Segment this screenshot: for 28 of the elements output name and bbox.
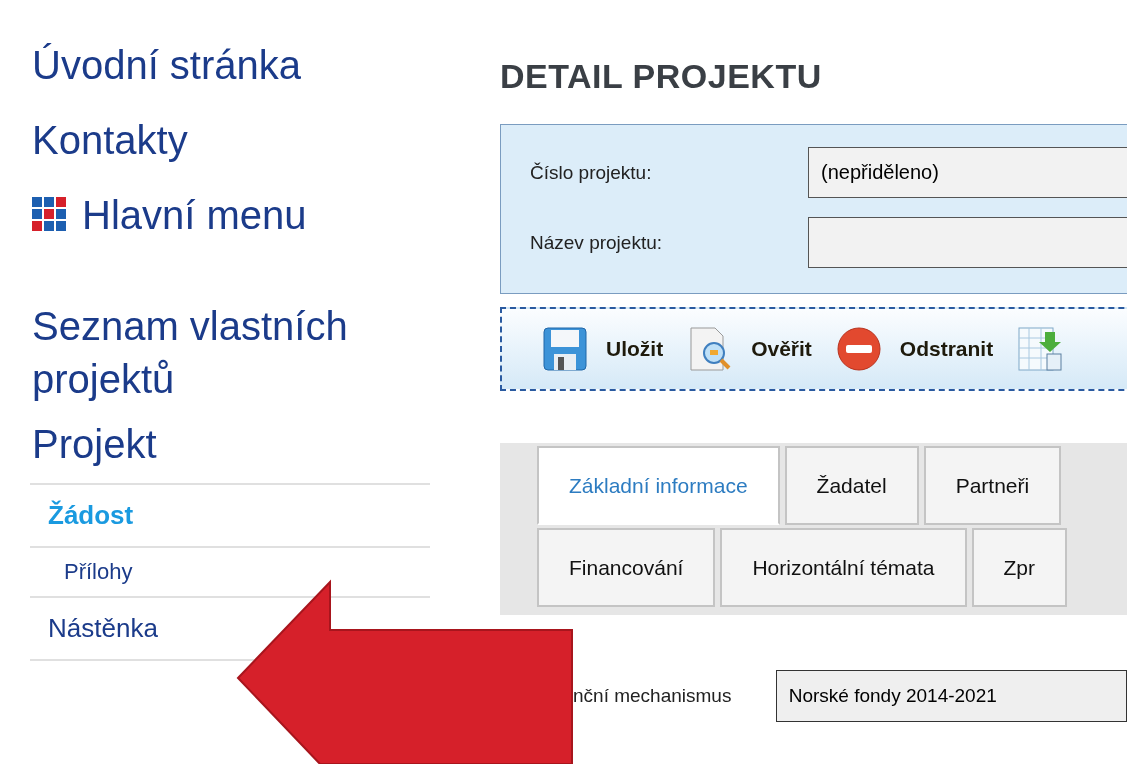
nav-link[interactable]: Projekt <box>32 418 432 471</box>
delete-button[interactable]: Odstranit <box>835 326 994 372</box>
nav-link[interactable]: Seznam vlastních projektů <box>32 300 432 406</box>
arrow-icon <box>236 579 573 764</box>
nav-link[interactable]: Úvodní stránka <box>32 40 302 90</box>
field-label: nční mechanismus <box>572 685 733 707</box>
tab[interactable]: Základní informace <box>537 446 780 525</box>
tab[interactable]: Partneři <box>923 446 1062 525</box>
field-label: Číslo projektu: <box>530 161 653 184</box>
menu-item[interactable]: Přílohy <box>64 559 133 585</box>
toolbar-button[interactable] <box>1017 326 1064 372</box>
tab[interactable]: Zpr <box>971 528 1067 607</box>
page-title: DETAIL PROJEKTU <box>500 56 823 97</box>
nav-link[interactable]: Hlavní menu <box>32 190 307 240</box>
tab[interactable]: Financování <box>537 528 716 607</box>
select-field[interactable]: Norské fondy 2014-2021 <box>775 670 1127 722</box>
input-field[interactable]: (nepřiděleno) <box>808 147 1127 198</box>
menu-item[interactable]: Nástěnka <box>48 613 158 644</box>
save-button[interactable]: Uložit <box>542 326 664 372</box>
spreadsheet-arrow-icon <box>1017 326 1064 372</box>
minus-circle-icon <box>835 326 882 372</box>
verify-button[interactable]: Ověřit <box>687 326 812 372</box>
nav-link[interactable]: Kontakty <box>32 115 188 165</box>
tab[interactable]: Žadatel <box>784 446 919 525</box>
grid-icon <box>32 197 68 233</box>
field-label: Název projektu: <box>530 231 663 254</box>
input-field[interactable] <box>808 217 1127 268</box>
tab[interactable]: Horizontální témata <box>720 528 967 607</box>
